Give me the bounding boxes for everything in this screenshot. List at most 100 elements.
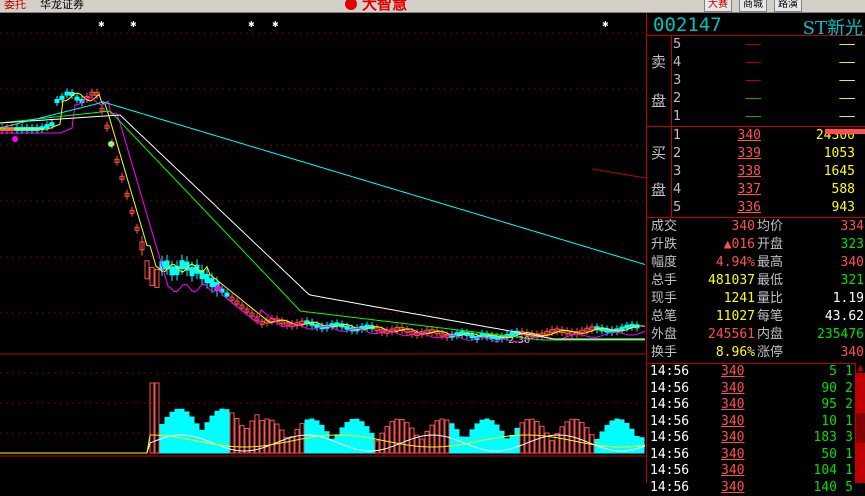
volume-bar — [214, 410, 220, 454]
scroll-thumb[interactable] — [856, 413, 865, 443]
brand-logo-icon — [345, 0, 357, 10]
quote-label: 涨停 — [757, 345, 784, 360]
price-annotation: 2.30 — [508, 335, 530, 346]
tick-row[interactable]: 14:56 340 5 1 — [647, 364, 855, 380]
candle — [224, 292, 230, 297]
level: 1 — [673, 128, 682, 143]
tick-list[interactable]: 14:56 340 5 1 14:56 340 90 2 14:56 340 95 2 14:56 340… — [647, 363, 855, 495]
divider — [671, 127, 672, 217]
volume: —— — [839, 91, 855, 106]
volume-bar — [454, 429, 460, 454]
tick-count: 1 — [845, 446, 853, 462]
price: —— — [745, 55, 761, 70]
quote-value: 245561 — [708, 327, 755, 342]
volume-bar — [489, 420, 495, 454]
tick-price: 340 — [721, 446, 745, 462]
tick-row[interactable]: 14:56 340 90 2 — [647, 381, 855, 397]
quote-row: 成交 340 均价 334 — [647, 218, 865, 236]
quote-row: 总手 481037 最低 321 — [647, 272, 865, 290]
volume-bar — [264, 418, 270, 454]
contest-button[interactable]: 大赛 — [704, 0, 732, 12]
volume-bar — [179, 408, 185, 454]
sell-order-row[interactable]: 5 —— —— — [673, 36, 863, 54]
price: —— — [745, 91, 761, 106]
scroll-up-icon[interactable]: ▲ — [856, 363, 865, 373]
quote-row: 外盘 245561 内盘 235476 — [647, 326, 865, 344]
buy-order-row[interactable]: 5 336 943 — [673, 199, 863, 217]
tick-row[interactable]: 14:56 340 95 2 — [647, 397, 855, 413]
sell-order-row[interactable]: 2 —— —— — [673, 90, 863, 108]
level: 3 — [673, 164, 682, 179]
moving-average-lines — [0, 92, 646, 343]
level: 5 — [673, 200, 682, 215]
volume-bar — [599, 431, 605, 454]
tick-row[interactable]: 14:56 340 104 1 — [647, 463, 855, 479]
volume-bar — [419, 438, 425, 454]
buy-order-row[interactable]: 3 338 1645 — [673, 163, 863, 181]
volume-bar — [319, 424, 325, 454]
candle — [364, 324, 370, 329]
tick-time: 14:56 — [650, 430, 690, 445]
quote-row: 总笔 11027 每笔 43.62 — [647, 308, 865, 326]
price: —— — [745, 109, 761, 124]
tick-row[interactable]: 14:56 340 10 1 — [647, 414, 855, 430]
tab-broker[interactable]: 华龙证券 — [36, 0, 88, 12]
volume-bar — [549, 440, 555, 454]
tab-trade[interactable]: 委托 — [0, 0, 30, 12]
quote-label: 换手 — [651, 345, 678, 360]
volume-bar — [519, 422, 525, 454]
tick-row[interactable]: 14:56 340 140 5 — [647, 480, 855, 496]
volume-bar — [404, 422, 410, 454]
tick-count: 2 — [845, 397, 853, 412]
candle — [329, 323, 335, 328]
tick-count: 2 — [845, 380, 853, 396]
buy-order-row[interactable]: 2 339 1053 — [673, 145, 863, 163]
volume-bar — [514, 427, 520, 454]
candle — [49, 122, 55, 127]
price: 337 — [737, 182, 761, 197]
price: —— — [745, 37, 761, 52]
roadshow-button[interactable]: 路演 — [774, 0, 802, 12]
volume-bar — [479, 419, 485, 454]
tick-volume: 104 — [813, 463, 837, 478]
volume-bar — [554, 433, 560, 454]
volume-bar — [434, 420, 440, 454]
tick-row[interactable]: 14:56 340 183 3 — [647, 430, 855, 446]
event-markers: ✱ ✱ ✱ ✱ ✱ — [12, 20, 609, 291]
volume-bar — [584, 427, 590, 454]
sell-order-row[interactable]: 1 —— —— — [673, 108, 863, 126]
sell-order-row[interactable]: 4 —— —— — [673, 54, 863, 72]
quote-value: 334 — [840, 219, 864, 234]
tick-volume: 183 — [813, 430, 837, 445]
candle — [469, 334, 475, 339]
quote-label: 开盘 — [757, 237, 784, 252]
tick-row[interactable]: 14:56 340 50 1 — [647, 447, 855, 463]
volume-bar — [269, 419, 275, 454]
volume-bar — [274, 423, 280, 454]
sell-order-row[interactable]: 3 —— —— — [673, 72, 863, 90]
volume-bar — [614, 418, 620, 454]
tick-price: 340 — [721, 397, 745, 412]
event-marker: ✱ — [272, 20, 279, 29]
buy-order-row[interactable]: 4 337 588 — [673, 181, 863, 199]
level: 3 — [673, 73, 682, 88]
top-toolbar: 委托 华龙证券 大智慧 大赛 商城 路演 — [0, 0, 865, 13]
level: 2 — [673, 91, 682, 106]
toolbar-filler — [812, 0, 865, 11]
stock-code[interactable]: 002147 — [653, 14, 722, 36]
volume-bars — [0, 382, 646, 454]
tick-scrollbar[interactable]: ▲ — [855, 363, 865, 483]
kline-chart[interactable]: ✱ ✱ ✱ ✱ ✱ 2.30 — [0, 13, 646, 483]
tick-price: 340 — [721, 479, 745, 495]
buy-label-2: 盘 — [651, 181, 667, 199]
quote-label: 总手 — [651, 273, 678, 288]
quote-value: 1241 — [723, 291, 755, 306]
candle — [144, 260, 150, 280]
sell-signal-marker — [108, 141, 114, 147]
mall-button[interactable]: 商城 — [739, 0, 767, 12]
buy-signal-marker — [12, 136, 18, 142]
candle — [344, 325, 350, 330]
tick-count: 1 — [845, 364, 853, 379]
quote-value: 8.96% — [715, 345, 755, 360]
volume-bar — [469, 429, 475, 454]
